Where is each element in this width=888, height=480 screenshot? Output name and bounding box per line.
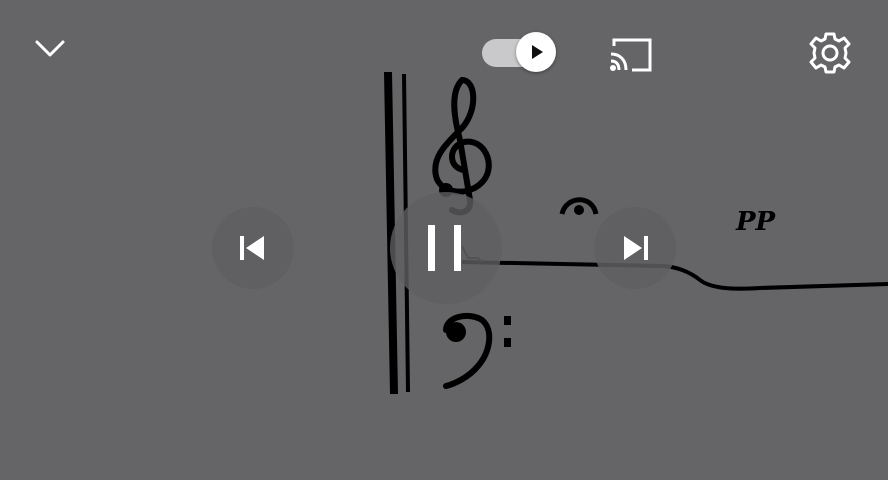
play-pause-button[interactable] bbox=[390, 192, 502, 304]
bass-clef-dot-top bbox=[504, 316, 511, 325]
pause-icon bbox=[428, 225, 461, 271]
video-player[interactable]: PP bbox=[0, 0, 888, 480]
gear-icon bbox=[809, 32, 851, 74]
chevron-down-icon bbox=[35, 40, 65, 57]
autoplay-toggle[interactable] bbox=[480, 30, 560, 76]
bass-clef-head bbox=[446, 322, 466, 342]
autoplay-knob bbox=[516, 32, 556, 72]
play-icon bbox=[532, 45, 543, 59]
fermata-dot bbox=[574, 205, 584, 215]
sustain-line bbox=[461, 260, 888, 291]
dynamic-marking: PP bbox=[735, 207, 777, 237]
previous-button[interactable] bbox=[212, 207, 294, 289]
next-button[interactable] bbox=[594, 207, 676, 289]
skip-previous-icon bbox=[240, 236, 264, 260]
skip-next-icon bbox=[624, 236, 648, 260]
bass-clef-dot-bottom bbox=[504, 338, 511, 347]
cast-button[interactable] bbox=[606, 32, 656, 74]
collapse-button[interactable] bbox=[30, 30, 70, 66]
cast-icon bbox=[610, 38, 652, 72]
settings-button[interactable] bbox=[804, 28, 856, 78]
